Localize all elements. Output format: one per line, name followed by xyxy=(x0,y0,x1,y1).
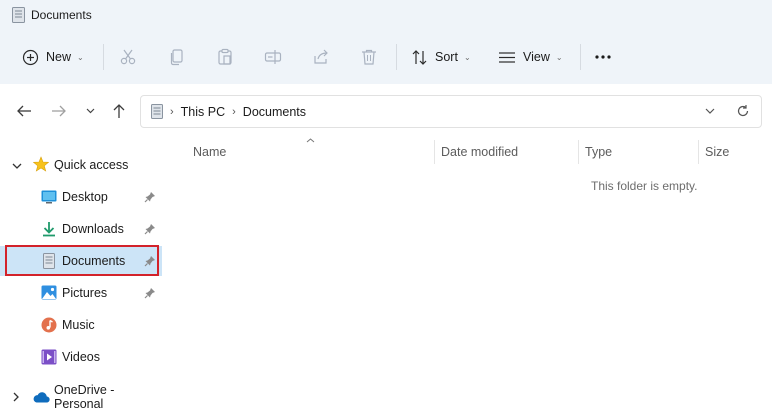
pin-icon[interactable] xyxy=(144,223,156,235)
paste-button[interactable] xyxy=(216,41,234,73)
sidebar-item-label: Documents xyxy=(62,254,126,268)
sidebar-item-onedrive[interactable]: OneDrive - Personal xyxy=(0,382,162,412)
downloads-icon xyxy=(41,221,57,240)
share-icon xyxy=(314,49,328,64)
command-bar: New ⌄ Sort ⌄ View ⌄ xyxy=(0,30,772,85)
sidebar-item-downloads[interactable]: Downloads xyxy=(0,214,162,244)
navigation-row: › This PC › Documents xyxy=(0,84,772,138)
sidebar-item-documents[interactable]: Documents xyxy=(0,246,162,276)
chevron-right-icon[interactable]: › xyxy=(170,106,174,118)
sidebar-item-pictures[interactable]: Pictures xyxy=(0,278,162,308)
recent-locations-button[interactable] xyxy=(80,101,100,121)
view-button[interactable]: View ⌄ xyxy=(498,41,563,73)
more-icon xyxy=(595,55,611,59)
rename-icon xyxy=(264,50,282,64)
refresh-icon[interactable] xyxy=(736,104,750,118)
sidebar-item-desktop[interactable]: Desktop xyxy=(0,182,162,212)
delete-icon xyxy=(362,49,376,65)
chevron-down-icon: ⌄ xyxy=(77,52,84,62)
column-header-label: Name xyxy=(193,145,227,159)
column-header-size[interactable]: Size xyxy=(705,138,729,166)
sidebar-item-label: Videos xyxy=(62,350,100,364)
sidebar-item-music[interactable]: Music xyxy=(0,310,162,340)
column-divider[interactable] xyxy=(578,140,579,164)
breadcrumb-this-pc[interactable]: This PC xyxy=(181,105,225,119)
column-header-type[interactable]: Type xyxy=(585,138,612,166)
star-icon xyxy=(32,156,50,175)
toolbar-divider xyxy=(580,44,581,70)
file-list: Name Date modified Type Size This folder… xyxy=(162,138,772,412)
chevron-down-icon: ⌄ xyxy=(463,52,471,62)
cut-icon xyxy=(120,49,136,65)
desktop-icon xyxy=(41,190,57,207)
pin-icon[interactable] xyxy=(144,191,156,203)
pictures-icon xyxy=(41,285,57,303)
rename-button[interactable] xyxy=(264,41,282,73)
cloud-icon xyxy=(32,391,50,406)
delete-button[interactable] xyxy=(360,41,378,73)
sidebar-item-label: Pictures xyxy=(62,286,108,300)
sort-ascending-icon xyxy=(306,138,315,143)
copy-button[interactable] xyxy=(168,41,186,73)
sidebar-item-label: Quick access xyxy=(54,158,129,172)
documents-icon xyxy=(151,104,163,119)
sidebar-item-videos[interactable]: Videos xyxy=(0,342,162,372)
sidebar-item-label: Desktop xyxy=(62,190,108,204)
address-bar[interactable]: › This PC › Documents xyxy=(140,95,762,128)
arrow-left-icon xyxy=(17,105,31,117)
chevron-down-icon xyxy=(86,108,94,114)
sort-label: Sort xyxy=(435,50,458,64)
pin-icon[interactable] xyxy=(144,287,156,299)
music-icon xyxy=(41,317,57,336)
view-label: View xyxy=(523,50,550,64)
more-options-button[interactable] xyxy=(594,41,612,73)
empty-folder-message: This folder is empty. xyxy=(591,179,698,193)
column-header-label: Type xyxy=(585,145,613,159)
documents-icon xyxy=(43,253,55,272)
chevron-right-icon[interactable] xyxy=(13,391,20,405)
column-header-label: Date modified xyxy=(441,145,519,159)
copy-icon xyxy=(170,49,183,66)
navigation-pane: Quick access Desktop Downloads Documents… xyxy=(0,138,162,412)
arrow-right-icon xyxy=(52,105,66,117)
column-divider[interactable] xyxy=(698,140,699,164)
arrow-up-icon xyxy=(113,104,125,118)
cut-button[interactable] xyxy=(119,41,137,73)
column-divider[interactable] xyxy=(434,140,435,164)
chevron-down-icon[interactable] xyxy=(12,159,22,173)
new-label: New xyxy=(46,50,72,64)
sidebar-item-label: OneDrive - Personal xyxy=(54,383,115,411)
column-header-date-modified[interactable]: Date modified xyxy=(441,138,518,166)
pin-icon[interactable] xyxy=(144,255,156,267)
paste-icon xyxy=(218,48,232,65)
up-button[interactable] xyxy=(109,101,129,121)
plus-circle-icon xyxy=(22,49,39,65)
videos-icon xyxy=(41,349,57,368)
share-button[interactable] xyxy=(312,41,330,73)
title-bar: Documents xyxy=(0,0,772,30)
back-button[interactable] xyxy=(14,101,34,121)
column-header-label: Size xyxy=(705,145,730,159)
breadcrumb-documents[interactable]: Documents xyxy=(243,105,306,119)
documents-app-icon xyxy=(12,7,25,23)
column-header-name[interactable]: Name xyxy=(193,138,226,166)
sidebar-item-label: Music xyxy=(62,318,95,332)
chevron-right-icon[interactable]: › xyxy=(232,106,236,118)
sidebar-item-quick-access[interactable]: Quick access xyxy=(0,150,162,180)
view-icon xyxy=(499,51,515,63)
new-button[interactable]: New ⌄ xyxy=(22,41,84,73)
sort-icon xyxy=(412,49,427,65)
toolbar-divider xyxy=(103,44,104,70)
chevron-down-icon[interactable] xyxy=(705,108,715,114)
toolbar-divider xyxy=(396,44,397,70)
forward-button[interactable] xyxy=(49,101,69,121)
sidebar-item-label: Downloads xyxy=(62,222,124,236)
sort-button[interactable]: Sort ⌄ xyxy=(411,41,471,73)
window-title: Documents xyxy=(31,8,92,22)
chevron-down-icon: ⌄ xyxy=(555,52,563,62)
